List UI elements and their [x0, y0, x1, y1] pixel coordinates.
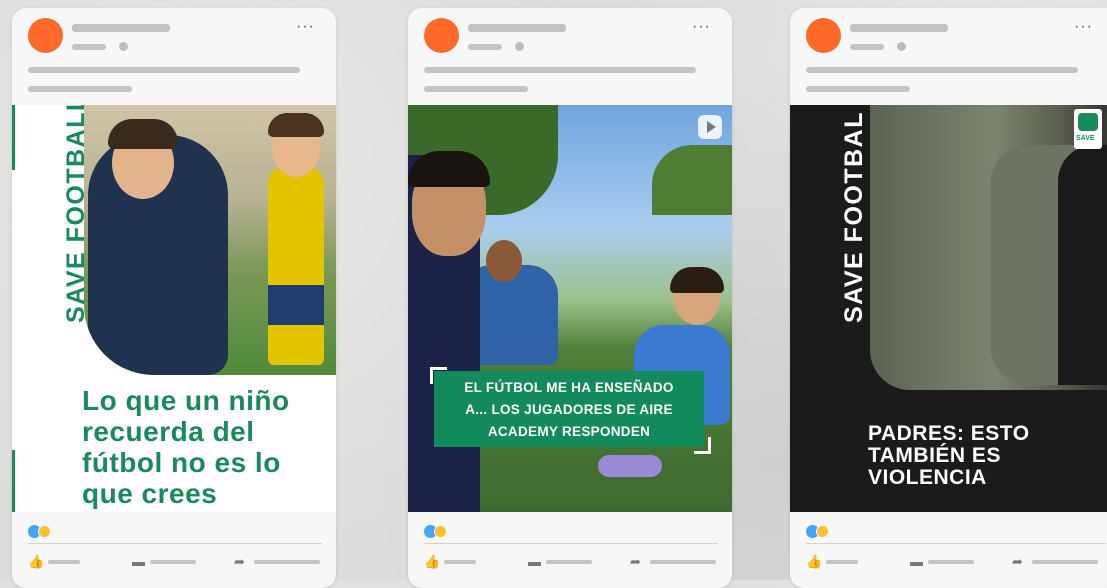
divider — [28, 543, 322, 544]
post-video[interactable]: EL FÚTBOL ME HA ENSEÑADO A... LOS JUGADO… — [408, 105, 732, 512]
caption-line-placeholder — [424, 67, 696, 73]
caption-line: EL FÚTBOL ME HA ENSEÑADO — [464, 380, 674, 395]
photo-adult-and-kid — [870, 105, 1107, 390]
caption-line: A... LOS JUGADORES DE AIRE — [465, 402, 673, 417]
player-shoe — [598, 455, 662, 477]
post-headline: Lo que un niño recuerda del fútbol no es… — [82, 385, 332, 509]
share-label-placeholder[interactable] — [254, 560, 320, 564]
like-icon[interactable]: 👍 — [424, 554, 440, 570]
caption-line-placeholder — [806, 86, 910, 92]
decorative-line — [12, 450, 15, 512]
post-card-1: ··· SAVE FOOTBALL Lo que un niño recuerd… — [12, 8, 336, 588]
author-name-placeholder[interactable] — [850, 24, 948, 32]
headline-line: recuerda del — [82, 416, 255, 447]
share-icon[interactable]: ➦ — [630, 554, 641, 570]
more-options-icon[interactable]: ··· — [692, 18, 711, 36]
privacy-icon — [119, 42, 128, 51]
comment-icon[interactable]: ▬ — [528, 554, 541, 569]
caption-line: ACADEMY RESPONDEN — [487, 424, 651, 439]
more-options-icon[interactable]: ··· — [296, 18, 315, 36]
player-head — [486, 240, 522, 282]
trees-background — [652, 145, 732, 215]
post-time-placeholder — [468, 44, 502, 50]
like-icon[interactable]: 👍 — [806, 554, 822, 570]
author-name-placeholder[interactable] — [72, 24, 170, 32]
share-icon[interactable]: ➦ — [1012, 554, 1023, 570]
more-options-icon[interactable]: ··· — [1074, 18, 1093, 36]
reactions-icon[interactable] — [424, 525, 450, 539]
like-label-placeholder[interactable] — [826, 560, 858, 564]
player-hair — [670, 267, 724, 293]
reactions-icon[interactable] — [28, 525, 54, 539]
post-image[interactable]: SAVE FOOTBAL PADRES: ESTO TAMBIÉN ES VIO… — [790, 105, 1107, 512]
author-avatar[interactable] — [28, 18, 63, 53]
decorative-line — [12, 105, 15, 170]
headline-line: VIOLENCIA — [868, 466, 987, 489]
post-image[interactable]: SAVE FOOTBALL Lo que un niño recuerda de… — [12, 105, 336, 512]
caption-line-placeholder — [424, 86, 528, 92]
share-icon[interactable]: ➦ — [234, 554, 245, 570]
like-label-placeholder[interactable] — [444, 560, 476, 564]
kid-shorts — [268, 285, 324, 325]
post-card-3: ··· SAVE FOOTBAL PADRES: ESTO TAMBIÉN ES… — [790, 8, 1107, 588]
video-caption: EL FÚTBOL ME HA ENSEÑADO A... LOS JUGADO… — [434, 371, 704, 447]
comment-icon[interactable]: ▬ — [910, 554, 923, 569]
headline-line: TAMBIÉN ES — [868, 444, 1001, 467]
headline-line: Lo que un niño — [82, 385, 290, 416]
share-label-placeholder[interactable] — [650, 560, 716, 564]
divider — [424, 543, 718, 544]
caption-line-placeholder — [28, 86, 132, 92]
comment-label-placeholder[interactable] — [150, 560, 196, 564]
author-avatar[interactable] — [806, 18, 841, 53]
post-time-placeholder — [72, 44, 106, 50]
headline-line: PADRES: ESTO — [868, 422, 1030, 445]
reactions-icon[interactable] — [806, 525, 832, 539]
kid-figure — [1058, 145, 1107, 385]
kid-hair — [268, 113, 324, 137]
comment-icon[interactable]: ▬ — [132, 554, 145, 569]
share-label-placeholder[interactable] — [1032, 560, 1098, 564]
headline-line: fútbol no es lo — [82, 447, 281, 478]
kid-figure — [268, 165, 324, 365]
divider — [806, 543, 1106, 544]
coach-hair — [108, 119, 178, 149]
like-icon[interactable]: 👍 — [28, 554, 44, 570]
post-card-2: ··· EL FÚTBOL ME HA ENSEÑADO A... LOS JU… — [408, 8, 732, 588]
author-name-placeholder[interactable] — [468, 24, 566, 32]
caption-line-placeholder — [28, 67, 300, 73]
headline-line: que crees — [82, 478, 218, 509]
brand-vertical-text: SAVE FOOTBAL — [840, 111, 868, 323]
like-label-placeholder[interactable] — [48, 560, 80, 564]
save-football-logo — [1074, 109, 1102, 149]
privacy-icon — [897, 42, 906, 51]
post-headline: PADRES: ESTO TAMBIÉN ES VIOLENCIA — [868, 423, 1107, 489]
post-time-placeholder — [850, 44, 884, 50]
caption-line-placeholder — [806, 67, 1078, 73]
privacy-icon — [515, 42, 524, 51]
caption-corner-mark — [694, 437, 711, 454]
author-avatar[interactable] — [424, 18, 459, 53]
comment-label-placeholder[interactable] — [546, 560, 592, 564]
illustration-coach-and-kid — [84, 105, 336, 375]
video-play-icon[interactable] — [698, 115, 722, 139]
comment-label-placeholder[interactable] — [928, 560, 974, 564]
